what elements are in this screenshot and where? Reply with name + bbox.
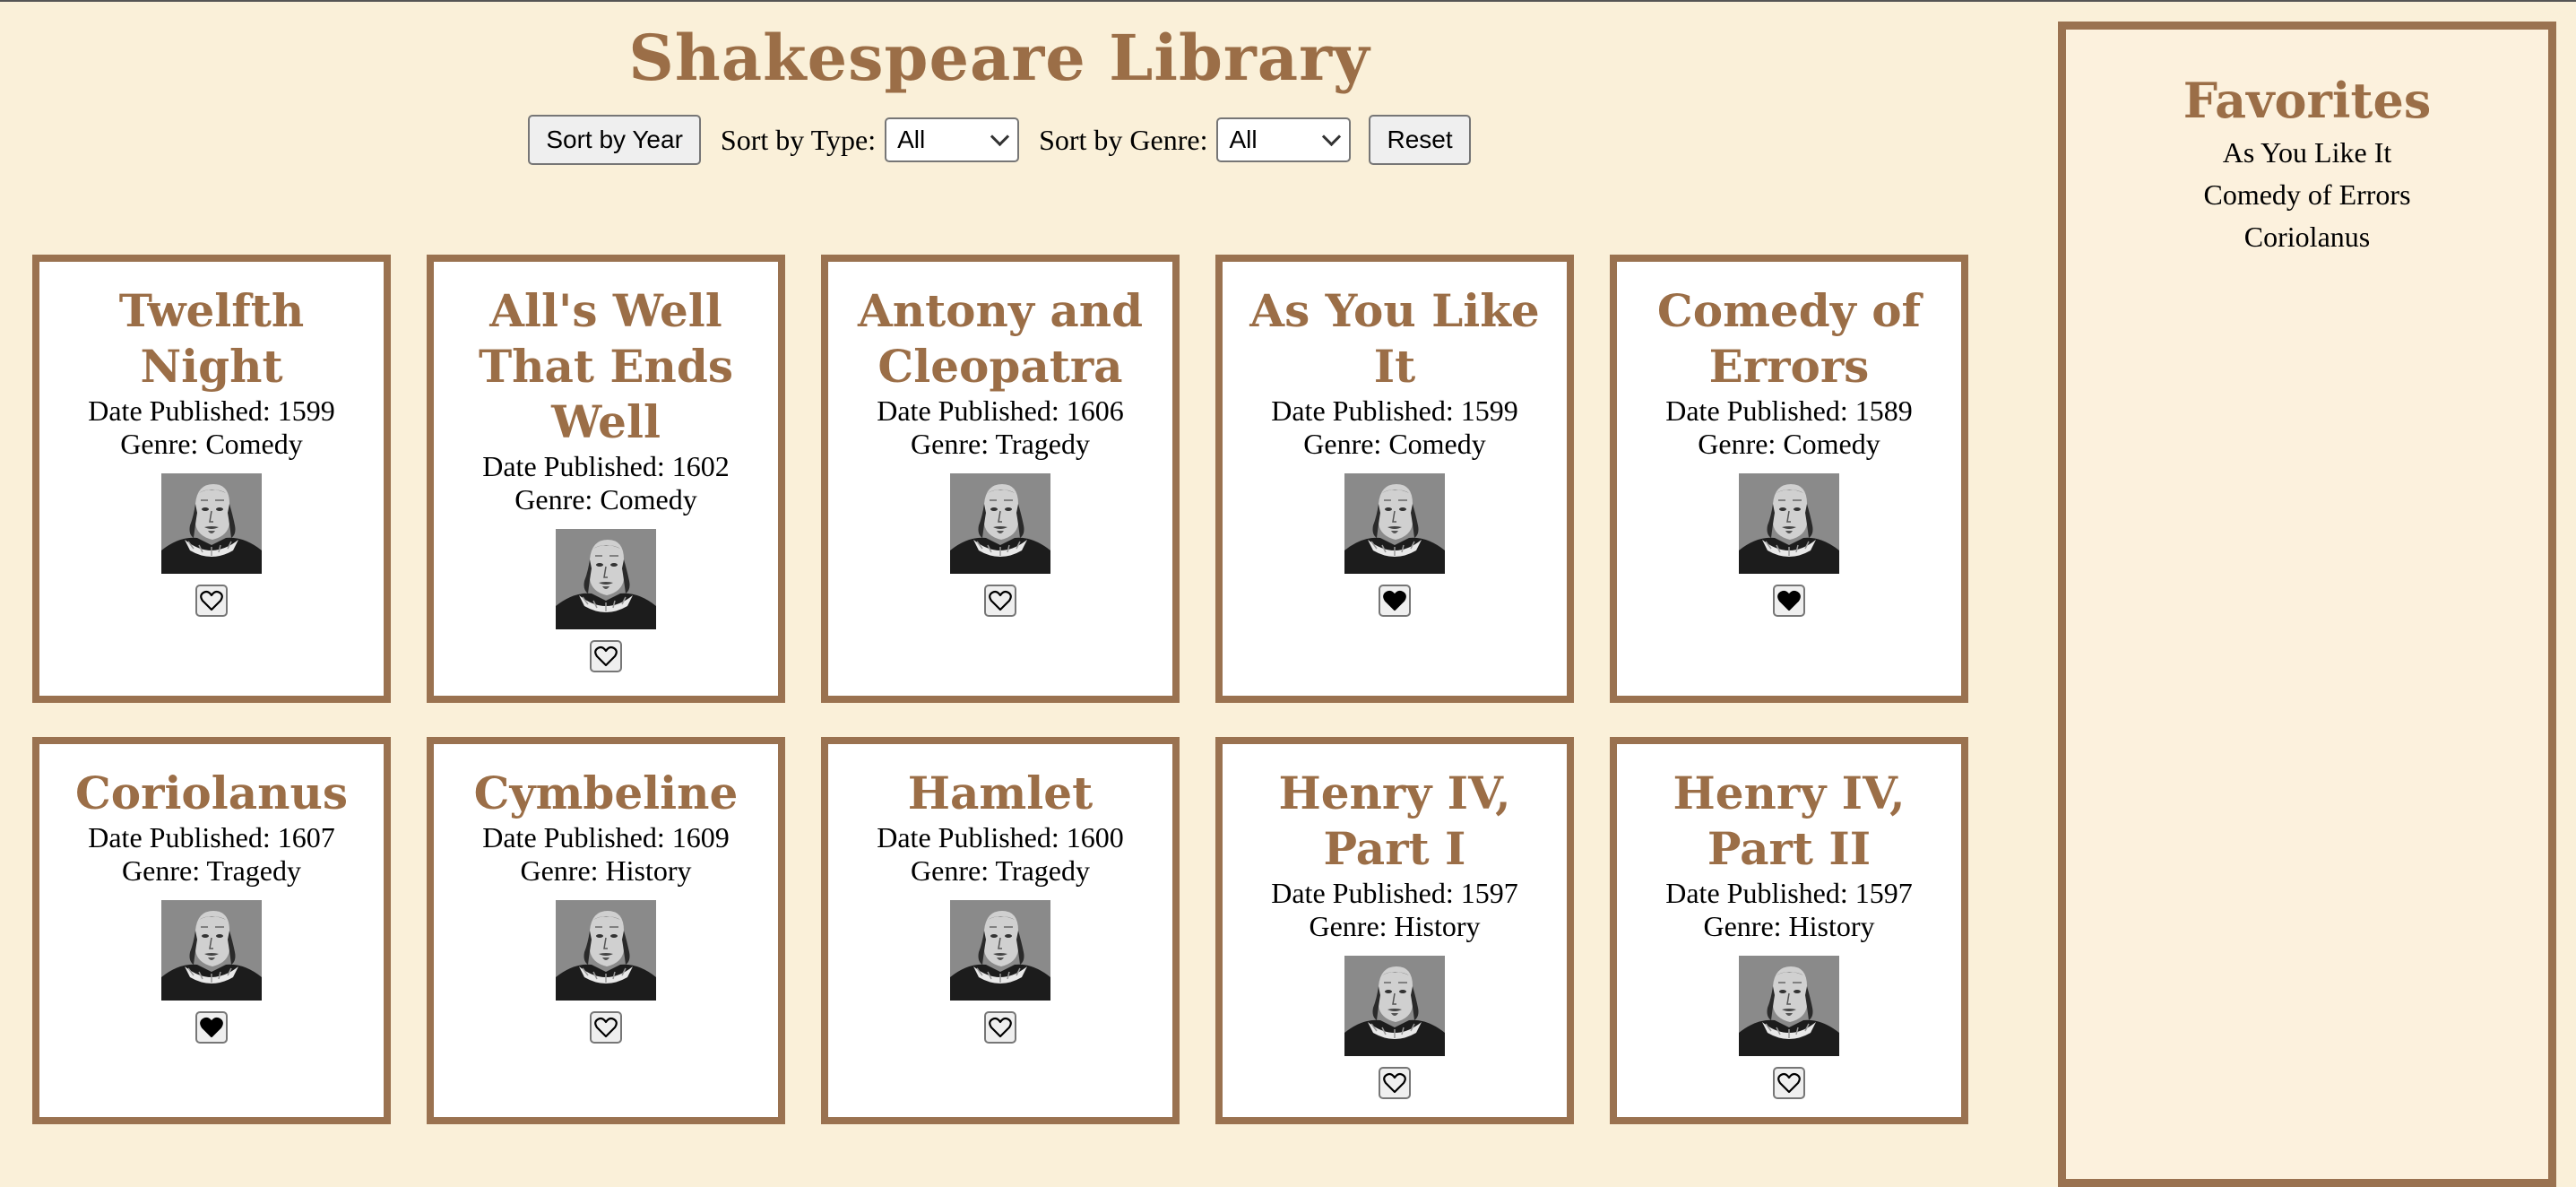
- play-genre: Genre: Comedy: [1698, 428, 1880, 460]
- play-card: Henry IV, Part II Date Published: 1597 G…: [1610, 737, 1968, 1124]
- play-card: Cymbeline Date Published: 1609 Genre: Hi…: [427, 737, 785, 1124]
- play-card: Comedy of Errors Date Published: 1589 Ge…: [1610, 255, 1968, 703]
- shakespeare-portrait: [1223, 473, 1567, 574]
- favorite-toggle-button[interactable]: [195, 585, 228, 617]
- sort-by-year-button[interactable]: Sort by Year: [528, 115, 701, 165]
- chevron-down-icon: [1322, 126, 1342, 146]
- favorite-toggle-button[interactable]: [1773, 585, 1805, 617]
- favorite-item: Comedy of Errors: [2203, 178, 2411, 211]
- shakespeare-portrait: [39, 900, 384, 1001]
- play-title: Coriolanus: [74, 767, 349, 819]
- play-genre: Genre: History: [520, 854, 692, 887]
- genre-filter-label: Sort by Genre:: [1039, 123, 1208, 156]
- play-title: Antony and Cleopatra: [857, 284, 1144, 393]
- play-date: Date Published: 1606: [877, 394, 1124, 427]
- play-date: Date Published: 1600: [877, 821, 1124, 853]
- type-filter-select[interactable]: All: [885, 117, 1020, 162]
- shakespeare-portrait: [828, 900, 1172, 1001]
- play-date: Date Published: 1589: [1665, 394, 1913, 427]
- play-title: All's Well That Ends Well: [478, 284, 734, 448]
- play-title: Twelfth Night: [118, 284, 305, 393]
- play-genre: Genre: Tragedy: [911, 428, 1090, 460]
- chevron-down-icon: [990, 126, 1010, 146]
- play-date: Date Published: 1597: [1665, 877, 1913, 909]
- play-date: Date Published: 1609: [482, 821, 730, 853]
- play-date: Date Published: 1602: [482, 450, 730, 482]
- heart-filled-icon: [200, 1017, 223, 1038]
- favorite-toggle-button[interactable]: [984, 585, 1016, 617]
- favorite-item: As You Like It: [2222, 136, 2392, 169]
- favorite-toggle-button[interactable]: [1379, 585, 1411, 617]
- shakespeare-portrait: [434, 900, 778, 1001]
- page-title: Shakespeare Library: [628, 21, 1370, 95]
- play-genre: Genre: Comedy: [120, 428, 303, 460]
- sort-controls: Sort by Year Sort by Type: All Sort by G…: [0, 115, 1999, 165]
- play-title: Cymbeline: [473, 767, 739, 819]
- library-main: Shakespeare Library Sort by Year Sort by…: [0, 2, 1999, 1149]
- heart-outline-icon: [200, 590, 223, 611]
- play-date: Date Published: 1607: [88, 821, 335, 853]
- genre-filter-select[interactable]: All: [1216, 117, 1352, 162]
- heart-outline-icon: [1777, 1072, 1801, 1094]
- heart-filled-icon: [1383, 590, 1406, 611]
- heart-outline-icon: [594, 1017, 618, 1038]
- play-card: Hamlet Date Published: 1600 Genre: Trage…: [821, 737, 1180, 1124]
- play-title: Comedy of Errors: [1656, 284, 1922, 393]
- shakespeare-portrait: [1223, 956, 1567, 1056]
- heart-outline-icon: [1383, 1072, 1406, 1094]
- play-date: Date Published: 1599: [88, 394, 335, 427]
- play-card: All's Well That Ends Well Date Published…: [427, 255, 785, 703]
- play-genre: Genre: Tragedy: [911, 854, 1090, 887]
- play-card: As You Like It Date Published: 1599 Genr…: [1215, 255, 1574, 703]
- favorite-item: Coriolanus: [2243, 221, 2371, 253]
- favorite-toggle-button[interactable]: [590, 640, 622, 672]
- shakespeare-portrait: [434, 529, 778, 629]
- play-card: Antony and Cleopatra Date Published: 160…: [821, 255, 1180, 703]
- play-title: Henry IV, Part II: [1673, 767, 1906, 875]
- shakespeare-portrait: [1617, 473, 1961, 574]
- heart-outline-icon: [989, 590, 1012, 611]
- heart-outline-icon: [989, 1017, 1012, 1038]
- favorite-toggle-button[interactable]: [195, 1011, 228, 1044]
- play-title: As You Like It: [1249, 284, 1540, 393]
- play-title: Henry IV, Part I: [1278, 767, 1511, 875]
- play-card: Coriolanus Date Published: 1607 Genre: T…: [32, 737, 391, 1124]
- favorite-toggle-button[interactable]: [984, 1011, 1016, 1044]
- shakespeare-portrait: [1617, 956, 1961, 1056]
- favorite-toggle-button[interactable]: [1773, 1067, 1805, 1099]
- play-title: Hamlet: [907, 767, 1094, 819]
- play-genre: Genre: Comedy: [1303, 428, 1486, 460]
- shakespeare-portrait: [828, 473, 1172, 574]
- type-filter-label: Sort by Type:: [720, 123, 877, 156]
- play-grid: Twelfth Night Date Published: 1599 Genre…: [32, 255, 1968, 1185]
- play-genre: Genre: Comedy: [514, 483, 697, 516]
- genre-filter-value: All: [1229, 126, 1258, 153]
- reset-button[interactable]: Reset: [1369, 115, 1471, 165]
- play-genre: Genre: History: [1309, 910, 1481, 942]
- play-card: Henry IV, Part I Date Published: 1597 Ge…: [1215, 737, 1574, 1124]
- favorite-toggle-button[interactable]: [590, 1011, 622, 1044]
- type-filter-value: All: [897, 126, 926, 153]
- heart-filled-icon: [1777, 590, 1801, 611]
- heart-outline-icon: [594, 645, 618, 667]
- play-card: Twelfth Night Date Published: 1599 Genre…: [32, 255, 391, 703]
- shakespeare-portrait: [39, 473, 384, 574]
- favorite-toggle-button[interactable]: [1379, 1067, 1411, 1099]
- play-date: Date Published: 1597: [1271, 877, 1518, 909]
- play-genre: Genre: History: [1703, 910, 1875, 942]
- favorites-title: Favorites: [2183, 72, 2432, 129]
- play-date: Date Published: 1599: [1271, 394, 1518, 427]
- play-genre: Genre: Tragedy: [122, 854, 301, 887]
- favorites-panel: Favorites As You Like It Comedy of Error…: [2058, 22, 2556, 1187]
